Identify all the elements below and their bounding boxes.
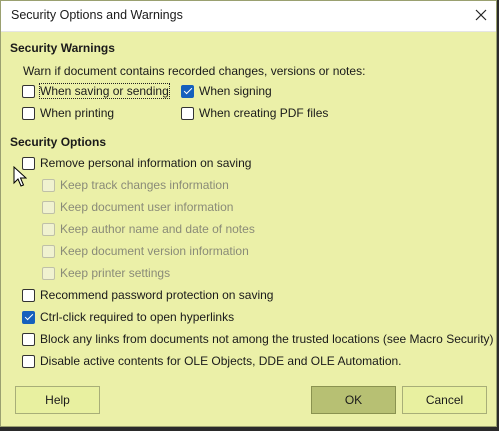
security-options-dialog: Security Options and Warnings Security W… [0,0,497,427]
checkbox-label: Keep printer settings [60,266,171,280]
checkbox-box[interactable] [22,310,35,324]
ok-button[interactable]: OK [311,386,396,414]
checkbox-box[interactable] [22,288,35,302]
checkbox-remove-personal-info[interactable]: Remove personal information on saving [22,155,251,171]
checkbox-when-signing[interactable]: When signing [181,83,272,99]
checkbox-label: When creating PDF files [199,106,329,120]
checkbox-keep-document-version: Keep document version information [42,243,249,259]
checkbox-label: Keep document version information [60,244,249,258]
checkbox-label: Keep document user information [60,200,234,214]
close-icon [475,9,487,21]
checkbox-box [42,178,55,192]
checkbox-keep-author-name: Keep author name and date of notes [42,221,255,237]
checkbox-label: When signing [199,84,272,98]
checkbox-label: Remove personal information on saving [40,156,252,170]
checkbox-label: Ctrl-click required to open hyperlinks [40,310,235,324]
help-button[interactable]: Help [15,386,100,414]
checkbox-box [42,200,55,214]
checkbox-when-saving-or-sending[interactable]: When saving or sending [22,83,170,99]
checkbox-label: Block any links from documents not among… [40,332,494,346]
checkbox-label: Disable active contents for OLE Objects,… [40,354,402,368]
close-button[interactable] [466,1,496,31]
dialog-title: Security Options and Warnings [11,8,183,22]
checkbox-recommend-password[interactable]: Recommend password protection on saving [22,287,273,303]
checkbox-box [42,244,55,258]
checkbox-when-creating-pdf[interactable]: When creating PDF files [181,105,328,121]
checkbox-box[interactable] [22,354,35,368]
checkbox-label: Keep track changes information [60,178,229,192]
checkbox-disable-active-contents[interactable]: Disable active contents for OLE Objects,… [22,353,402,369]
security-warnings-heading: Security Warnings [10,41,115,55]
warnings-description: Warn if document contains recorded chang… [23,64,366,78]
checkbox-box[interactable] [181,84,194,98]
checkbox-box[interactable] [181,106,194,120]
checkbox-ctrl-click-hyperlinks[interactable]: Ctrl-click required to open hyperlinks [22,309,234,325]
security-options-heading: Security Options [10,135,107,149]
checkbox-keep-document-user-info: Keep document user information [42,199,233,215]
checkbox-box[interactable] [22,84,35,98]
checkbox-label: When printing [40,106,115,120]
cancel-button[interactable]: Cancel [402,386,487,414]
checkbox-box [42,266,55,280]
checkbox-label: Recommend password protection on saving [40,288,274,302]
checkbox-box[interactable] [22,332,35,346]
checkbox-block-untrusted-links[interactable]: Block any links from documents not among… [22,331,494,347]
checkbox-box [42,222,55,236]
checkbox-label: When saving or sending [39,83,170,99]
checkbox-box[interactable] [22,106,35,120]
checkbox-label: Keep author name and date of notes [60,222,255,236]
checkbox-keep-printer-settings: Keep printer settings [42,265,170,281]
mouse-pointer-icon [13,166,27,187]
checkbox-keep-track-changes: Keep track changes information [42,177,229,193]
checkbox-when-printing[interactable]: When printing [22,105,114,121]
title-bar: Security Options and Warnings [1,1,496,32]
